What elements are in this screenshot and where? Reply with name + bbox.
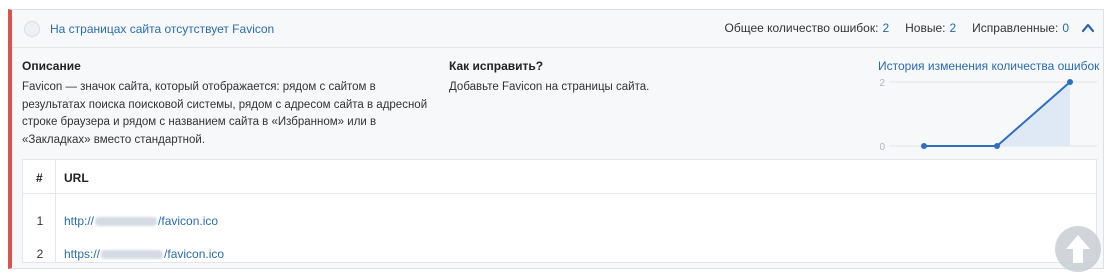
data-point [994, 143, 1000, 149]
stat-total-value[interactable]: 2 [882, 21, 889, 35]
row-number: 1 [36, 214, 44, 228]
table-header: # URL [23, 160, 1096, 194]
scroll-top-button[interactable] [1055, 226, 1101, 272]
stat-new: Новые: 2 [905, 21, 956, 35]
url-table: # URL 1 http:// /favicon.ico 2 https:// /f… [22, 159, 1097, 263]
series-area [924, 82, 1070, 146]
stat-new-label: Новые: [905, 21, 946, 35]
blurred-domain [101, 249, 164, 259]
stat-fixed-label: Исправленные: [972, 21, 1059, 35]
stat-new-value[interactable]: 2 [949, 21, 956, 35]
stat-fixed-value[interactable]: 0 [1062, 21, 1069, 35]
header-num: # [36, 171, 43, 185]
data-point [921, 143, 927, 149]
stat-fixed: Исправленные: 0 [972, 21, 1069, 35]
y-tick-label: 2 [879, 78, 885, 89]
data-point [1067, 79, 1073, 85]
issue-header[interactable]: На страницах сайта отсутствует Favicon О… [12, 10, 1103, 48]
url-link[interactable]: http:// /favicon.ico [64, 214, 218, 228]
url-suffix: /favicon.ico [158, 214, 219, 228]
description-text: Favicon — значок сайта, который отобража… [22, 81, 428, 146]
header-url: URL [64, 171, 89, 185]
y-tick-label: 0 [879, 142, 885, 153]
stat-total: Общее количество ошибок: 2 [725, 21, 890, 35]
arrow-up-icon [1066, 235, 1090, 263]
url-link[interactable]: https:// /favicon.ico [64, 247, 224, 261]
history-link[interactable]: История изменения количества ошибок [878, 59, 1099, 73]
issue-panel: На страницах сайта отсутствует Favicon О… [8, 9, 1104, 269]
description-title: Описание [22, 59, 81, 73]
blurred-domain [95, 216, 158, 226]
url-suffix: /favicon.ico [164, 247, 225, 261]
url-prefix: https:// [64, 247, 101, 261]
stat-total-label: Общее количество ошибок: [724, 21, 879, 35]
url-prefix: http:// [64, 214, 95, 228]
issue-title[interactable]: На страницах сайта отсутствует Favicon [50, 22, 274, 36]
status-circle-icon [24, 21, 40, 37]
history-chart: 02 [879, 78, 1097, 153]
issue-stats: Общее количество ошибок: 2 Новые: 2 Исправ… [709, 21, 1096, 35]
fix-text: Добавьте Favicon на страницы сайта. [449, 81, 650, 93]
chevron-up-icon[interactable] [1081, 21, 1095, 35]
row-number: 2 [36, 247, 44, 261]
fix-title: Как исправить? [449, 59, 544, 73]
